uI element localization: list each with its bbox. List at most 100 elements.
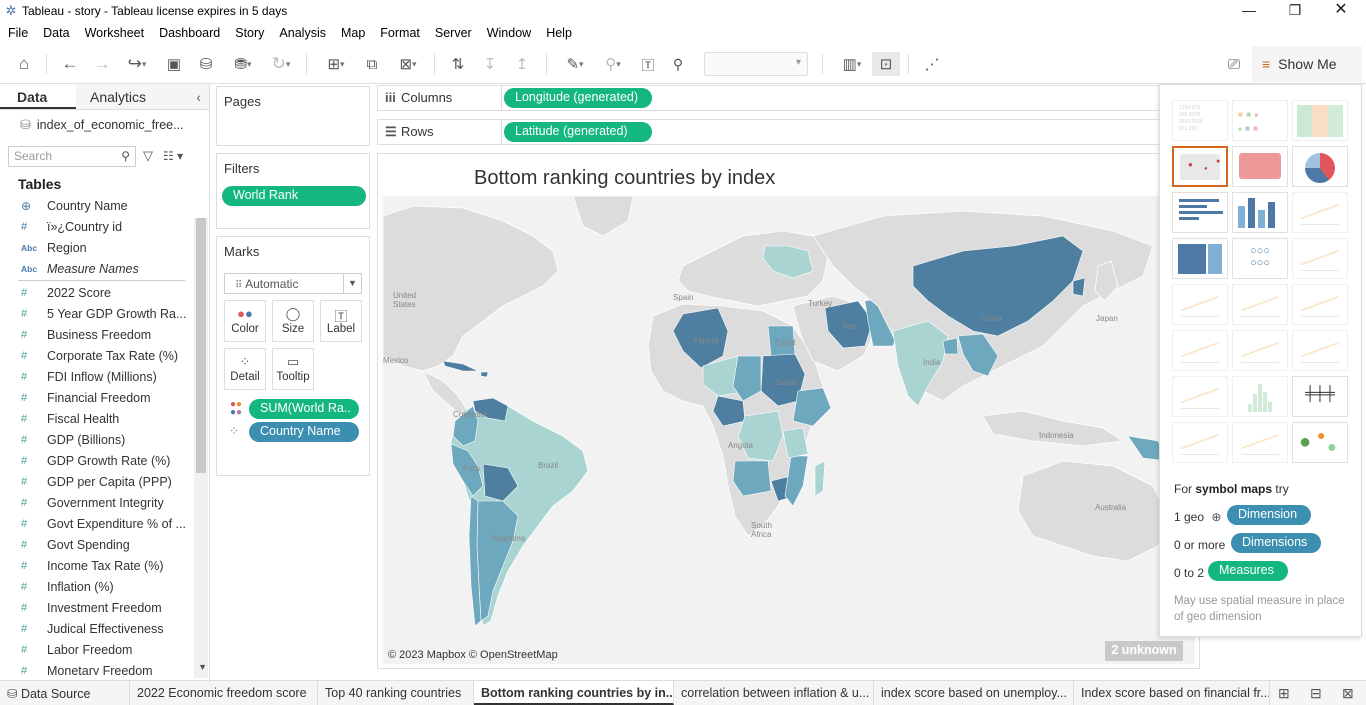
show-me-packed-bubbles-icon[interactable]: ● ● ● [1292,422,1348,463]
tab-sheet-3[interactable]: Bottom ranking countries by in... [474,681,674,705]
show-me-bullet-graph-icon[interactable] [1232,422,1288,463]
menu-help[interactable]: Help [546,26,572,40]
show-me-dual-combination-icon[interactable] [1292,330,1348,371]
show-me-side-by-side-circles-icon[interactable] [1292,238,1348,279]
swap-icon[interactable]: ⇅ [446,52,470,76]
tab-sheet-1[interactable]: 2022 Economic freedom score [130,681,318,705]
show-me-side-by-side-bars-icon[interactable] [1292,192,1348,233]
show-me-symbol-map-icon[interactable]: ● ● ● [1172,146,1228,187]
show-me-horizontal-bars-icon[interactable] [1172,192,1228,233]
menu-worksheet[interactable]: Worksheet [85,26,145,40]
group-icon[interactable]: ⚲ ▾ [596,52,630,76]
measure-field[interactable]: # Government Integrity [0,492,209,513]
pages-card[interactable]: Pages [216,86,370,146]
new-story-icon[interactable]: ⊠ [1342,685,1354,702]
measure-field[interactable]: # Labor Freedom [0,639,209,660]
fit-dropdown[interactable] [704,52,808,76]
sort-ascending-icon[interactable]: ↧ [478,52,502,76]
new-dashboard-icon[interactable]: ⊟ [1310,685,1322,702]
home-icon[interactable]: ⌂ [12,52,36,76]
show-me-area-continuous-icon[interactable] [1172,330,1228,371]
dimension-field[interactable]: # ï»¿Country id [0,216,209,237]
menu-format[interactable]: Format [380,26,420,40]
highlight-icon[interactable]: ✎ ▾ [558,52,592,76]
field-list-scrollbar[interactable] [194,218,208,678]
measure-field[interactable]: # GDP per Capita (PPP) [0,471,209,492]
menu-window[interactable]: Window [487,26,531,40]
show-me-pie-chart-icon[interactable] [1292,146,1348,187]
filters-card[interactable]: Filters World Rank [216,153,370,229]
redo-icon[interactable]: → [90,52,114,76]
presentation-mode-icon[interactable]: ⊡ [872,52,900,76]
show-me-dual-lines-icon[interactable] [1292,284,1348,325]
measure-field[interactable]: # Govt Spending [0,534,209,555]
tab-analytics[interactable]: Analytics ‹ [76,84,209,109]
menu-analysis[interactable]: Analysis [279,26,326,40]
show-me-line-continuous-icon[interactable] [1172,284,1228,325]
measure-field[interactable]: # Fiscal Health [0,408,209,429]
measure-field[interactable]: # GDP (Billions) [0,429,209,450]
show-me-filled-map-icon[interactable] [1232,146,1288,187]
marks-pill-country-name[interactable]: Country Name [249,422,359,442]
show-me-gantt-chart-icon[interactable] [1172,422,1228,463]
pin-icon[interactable]: ⚲ [666,52,690,76]
share-icon[interactable]: ⋰ [920,52,944,76]
world-map[interactable]: United States Spain Turkey China Japan Iran In… [383,196,1195,664]
label-button[interactable]: 🅃 Label [320,300,362,342]
measure-field[interactable]: # GDP Growth Rate (%) [0,450,209,471]
dimension-field[interactable]: ⊕ Country Name [0,195,209,216]
columns-pill-longitude[interactable]: Longitude (generated) [504,88,652,108]
measure-field[interactable]: # Monetary Freedom [0,660,209,676]
columns-shelf[interactable]: iii Columns Longitude (generated) [377,85,1162,111]
clear-sheet-icon[interactable]: ⊠ ▾ [390,52,426,76]
measure-field[interactable]: # FDI Inflow (Millions) [0,366,209,387]
save-icon[interactable]: ▣ [162,52,186,76]
new-worksheet-icon[interactable]: ⊞ [1278,685,1290,702]
show-labels-icon[interactable]: 🅃 [636,52,660,76]
tab-data[interactable]: Data [0,84,76,109]
menu-story[interactable]: Story [235,26,264,40]
new-datasource-icon[interactable]: ⛁ [194,52,218,76]
show-me-area-discrete-icon[interactable] [1232,330,1288,371]
measure-field[interactable]: # Financial Freedom [0,387,209,408]
measure-field[interactable]: # Govt Expenditure % of ... [0,513,209,534]
show-me-histogram-icon[interactable] [1232,376,1288,417]
filter-pill-world-rank[interactable]: World Rank [222,186,366,206]
collapse-pane-icon[interactable]: ‹ [196,89,201,105]
tab-sheet-2[interactable]: Top 40 ranking countries [318,681,474,705]
new-sheet-icon[interactable]: ⊞ ▾ [318,52,354,76]
show-me-line-discrete-icon[interactable] [1232,284,1288,325]
mark-type-dropdown[interactable]: ⠿ Automatic ▼ [224,273,362,294]
format-painter-icon[interactable]: ⎚ [1222,52,1246,76]
show-me-box-and-whisker-icon[interactable]: ╪╪╪ [1292,376,1348,417]
view-options-icon[interactable]: ☷ ▾ [163,149,183,163]
show-me-stacked-bars-icon[interactable] [1232,192,1288,233]
marks-pill-world-rank[interactable]: SUM(World Ra.. [249,399,359,419]
show-me-button[interactable]: ≡ Show Me [1252,46,1362,82]
tab-sheet-4[interactable]: correlation between inflation & u... [674,681,874,705]
datasource-item[interactable]: ⛁ index_of_economic_free... [0,110,209,140]
show-me-text-table-icon[interactable]: 1234 678 368 3078 2629 2526 971 323 [1172,100,1228,141]
measure-field[interactable]: # Income Tax Rate (%) [0,555,209,576]
pause-updates-icon[interactable]: ⛃ ▾ [226,52,260,76]
menu-dashboard[interactable]: Dashboard [159,26,220,40]
show-cards-icon[interactable]: ▥ ▾ [834,52,870,76]
measure-field[interactable]: # Business Freedom [0,324,209,345]
tab-sheet-5[interactable]: index score based on unemploy... [874,681,1074,705]
menu-server[interactable]: Server [435,26,472,40]
scroll-down-icon[interactable]: ▼ [198,662,207,672]
maximize-button[interactable]: ❐ [1272,0,1318,22]
measure-field[interactable]: #5 Year GDP Growth Ra... [0,303,209,324]
detail-button[interactable]: ⁘ Detail [224,348,266,390]
refresh-icon[interactable]: ↻ ▾ [264,52,298,76]
measure-field[interactable]: # Corporate Tax Rate (%) [0,345,209,366]
replay-icon[interactable]: ↪ ▾ [120,52,154,76]
show-me-heat-map-icon[interactable]: ■ ■ ■ ■ ■ ■ [1232,100,1288,141]
menu-data[interactable]: Data [43,26,69,40]
menu-file[interactable]: File [8,26,28,40]
color-button[interactable]: ●● Color [224,300,266,342]
tooltip-button[interactable]: ▭ Tooltip [272,348,314,390]
dimension-field[interactable]: Abc Region [0,237,209,258]
size-button[interactable]: ◯ Size [272,300,314,342]
measure-field[interactable]: #2022 Score [0,282,209,303]
